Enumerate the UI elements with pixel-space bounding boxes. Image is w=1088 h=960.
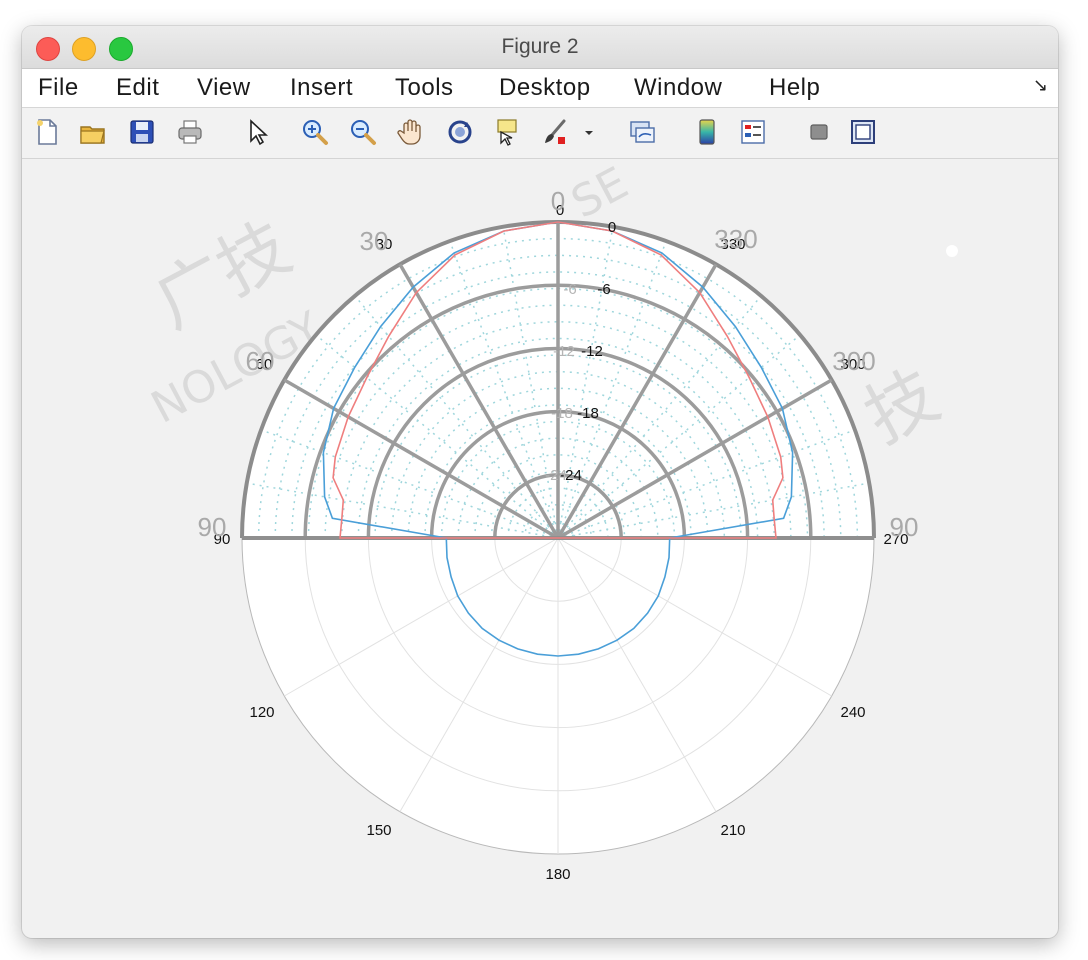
open-file-icon[interactable] — [78, 117, 108, 147]
title-bar[interactable]: Figure 2 — [22, 26, 1058, 69]
overlay-radial-label: -6 — [563, 281, 576, 298]
figure-window: Figure 2 File Edit View Insert Tools Des… — [22, 26, 1058, 938]
overlay-radial-label: -12 — [553, 343, 575, 360]
dock-arrow-icon[interactable]: ↘ — [1033, 75, 1048, 96]
zoom-in-icon[interactable] — [300, 117, 330, 147]
menu-edit[interactable]: Edit — [116, 69, 159, 107]
data-cursor-icon[interactable] — [492, 117, 522, 147]
save-icon[interactable] — [127, 117, 157, 147]
overlay-angle-label: 0 — [551, 186, 565, 216]
angle-tick-label: 150 — [366, 822, 391, 839]
radial-tick-label: -6 — [597, 281, 610, 298]
polar-plot[interactable]: 广技 NOLOGY 技 CHNO SE 03060901201501802102… — [22, 159, 1058, 938]
overlay-radial-label: -18 — [551, 405, 573, 422]
legend-icon[interactable] — [738, 117, 768, 147]
overlay-angle-label: 90 — [198, 512, 227, 542]
pointer-icon[interactable] — [242, 117, 272, 147]
plot-area[interactable]: 广技 NOLOGY 技 CHNO SE 03060901201501802102… — [22, 159, 1058, 938]
rotate-3d-icon[interactable] — [445, 117, 475, 147]
svg-text:SE: SE — [563, 159, 636, 229]
show-plot-tools-icon[interactable] — [848, 117, 878, 147]
menu-bar: File Edit View Insert Tools Desktop Wind… — [22, 69, 1058, 108]
overlay-angle-label: 30 — [360, 226, 389, 256]
overlay-angle-label: 330 — [714, 224, 757, 254]
angle-tick-label: 120 — [249, 704, 274, 721]
radial-tick-label: -12 — [581, 343, 603, 360]
angle-tick-label: 210 — [720, 822, 745, 839]
pan-hand-icon[interactable] — [396, 117, 426, 147]
overlay-angle-label: 90 — [890, 512, 919, 542]
menu-help[interactable]: Help — [769, 69, 820, 107]
figure-toolbar — [22, 108, 1058, 159]
brush-icon[interactable] — [540, 117, 570, 147]
menu-tools[interactable]: Tools — [395, 69, 454, 107]
print-icon[interactable] — [175, 117, 205, 147]
zoom-out-icon[interactable] — [348, 117, 378, 147]
menu-window[interactable]: Window — [634, 69, 722, 107]
brush-dropdown-icon[interactable] — [582, 117, 596, 147]
menu-file[interactable]: File — [38, 69, 79, 107]
angle-tick-label: 240 — [840, 704, 865, 721]
menu-desktop[interactable]: Desktop — [499, 69, 591, 107]
menu-view[interactable]: View — [197, 69, 251, 107]
overlay-angle-label: 60 — [246, 346, 275, 376]
link-plot-icon[interactable] — [627, 117, 657, 147]
radial-tick-label: 0 — [608, 219, 616, 236]
colorbar-icon[interactable] — [692, 117, 722, 147]
window-title: Figure 2 — [501, 35, 579, 58]
overlay-angle-label: 300 — [832, 346, 875, 376]
hide-plot-tools-icon[interactable] — [804, 117, 834, 147]
radial-tick-label: -18 — [577, 405, 599, 422]
watermark-dot — [946, 245, 958, 257]
menu-insert[interactable]: Insert — [290, 69, 353, 107]
angle-tick-label: 180 — [545, 866, 570, 883]
overlay-radial-label: -24 — [545, 467, 567, 484]
new-figure-icon[interactable] — [32, 117, 62, 147]
